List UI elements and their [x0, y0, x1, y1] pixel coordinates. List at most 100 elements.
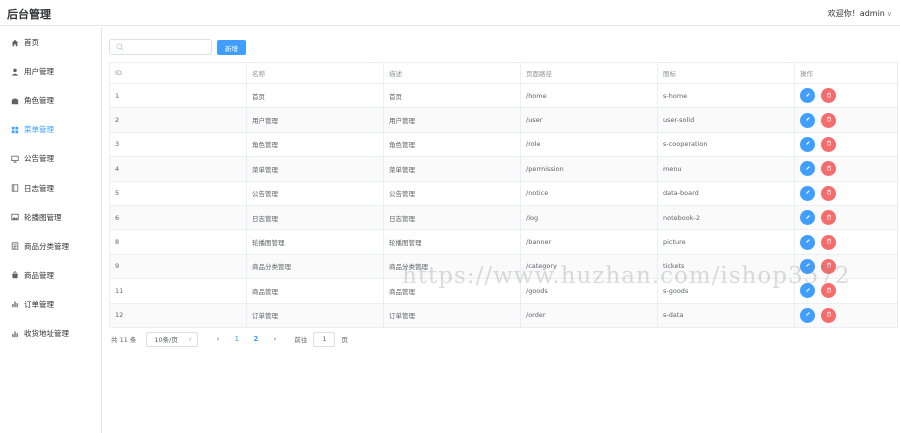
table-row: 8 轮播图管理 轮播图管理/banner picture	[109, 229, 898, 255]
table-cell: 商品分类管理	[383, 254, 521, 280]
data-icon	[11, 300, 19, 308]
table-row: 11 商品管理 商品管理/goods s-goods	[109, 278, 898, 304]
table-row: 2 用户管理 用户管理/user user-solid	[109, 107, 898, 133]
sidebar-item-9[interactable]: 订单管理	[0, 290, 101, 319]
delete-button[interactable]	[821, 161, 836, 177]
edit-icon	[805, 92, 811, 100]
table-cell: /goods	[520, 278, 658, 304]
table-cell: 首页	[383, 83, 521, 109]
table-row: 5 公告管理 公告管理/notice data-board	[109, 181, 898, 206]
actions-cell	[794, 205, 898, 231]
prev-page-button[interactable]: ‹	[208, 332, 227, 347]
edit-icon	[805, 287, 811, 295]
delete-button[interactable]	[821, 136, 836, 152]
table-cell: data-board	[657, 181, 795, 206]
delete-icon	[826, 165, 832, 173]
sidebar-item-0[interactable]: 首页	[0, 28, 101, 57]
edit-icon	[805, 165, 811, 173]
edit-button[interactable]	[800, 210, 815, 226]
table-row: 12 订单管理 订单管理/order s-data	[109, 303, 898, 328]
sidebar-item-8[interactable]: 商品管理	[0, 261, 101, 290]
table-header-row: ID 名称 描述 页面路径 图标 操作	[109, 62, 898, 84]
delete-button[interactable]	[821, 88, 836, 104]
sidebar-item-5[interactable]: 日志管理	[0, 174, 101, 203]
edit-button[interactable]	[800, 258, 815, 274]
goto-suffix: 页	[341, 336, 348, 344]
edit-icon	[805, 238, 811, 246]
sidebar-item-label: 商品管理	[24, 270, 54, 280]
table-cell: /category	[520, 254, 658, 280]
search-box[interactable]	[109, 39, 212, 55]
delete-button[interactable]	[821, 112, 836, 128]
edit-button[interactable]	[800, 136, 815, 152]
edit-button[interactable]	[800, 161, 815, 177]
table-cell: s-goods	[657, 278, 795, 304]
edit-button[interactable]	[800, 234, 815, 250]
user-icon	[11, 68, 19, 76]
delete-button[interactable]	[821, 185, 836, 201]
table-cell: /permission	[520, 156, 658, 182]
delete-button[interactable]	[821, 307, 836, 323]
table-cell: user-solid	[657, 107, 795, 133]
edit-button[interactable]	[800, 185, 815, 201]
table-cell: 9	[109, 254, 247, 280]
add-button[interactable]: 新增	[217, 40, 246, 55]
page-jumper: 前往 1 页	[294, 331, 348, 347]
delete-button[interactable]	[821, 258, 836, 274]
delete-button[interactable]	[821, 210, 836, 226]
next-page-button[interactable]: ›	[265, 332, 284, 347]
delete-icon	[826, 92, 832, 100]
sidebar-item-3[interactable]: 菜单管理	[0, 115, 101, 144]
table-cell: menu	[657, 156, 795, 182]
sidebar-item-1[interactable]: 用户管理	[0, 57, 101, 86]
sidebar-item-10[interactable]: 收货地址管理	[0, 319, 101, 348]
table-cell: 公告管理	[246, 181, 384, 206]
edit-button[interactable]	[800, 88, 815, 104]
goods-icon	[11, 271, 19, 279]
goto-page-input[interactable]: 1	[313, 331, 336, 347]
edit-button[interactable]	[800, 307, 815, 323]
table-cell: 轮播图管理	[383, 229, 521, 255]
edit-icon	[805, 189, 811, 197]
edit-button[interactable]	[800, 283, 815, 299]
table-cell: 订单管理	[383, 303, 521, 328]
table-cell: 2	[109, 107, 247, 133]
table-cell: s-home	[657, 83, 795, 109]
sidebar-item-7[interactable]: 商品分类管理	[0, 232, 101, 261]
table-row: 1 首页 首页/home s-home	[109, 83, 898, 109]
table-cell: 角色管理	[383, 132, 521, 158]
home-icon	[11, 39, 19, 47]
delete-icon	[826, 189, 832, 197]
delete-button[interactable]	[821, 234, 836, 250]
table-cell: s-cooperation	[657, 132, 795, 158]
table-cell: /role	[520, 132, 658, 158]
page-size-select[interactable]: 10条/页 ∨	[146, 331, 199, 347]
edit-button[interactable]	[800, 112, 815, 128]
table-cell: 11	[109, 278, 247, 304]
table-cell: 首页	[246, 83, 384, 109]
user-dropdown[interactable]: 欢迎你！admin ∨	[828, 8, 892, 19]
search-input[interactable]	[127, 41, 209, 53]
page-number-2[interactable]: 2	[246, 332, 265, 347]
sidebar-item-label: 日志管理	[24, 183, 54, 193]
sidebar-item-label: 订单管理	[24, 299, 54, 309]
table-cell: 商品管理	[383, 278, 521, 304]
delete-icon	[826, 262, 832, 270]
page-number-1[interactable]: 1	[227, 332, 246, 347]
column-header: 图标	[657, 62, 795, 84]
table-cell: 订单管理	[246, 303, 384, 328]
sidebar-item-6[interactable]: 轮播图管理	[0, 203, 101, 232]
sidebar-item-2[interactable]: 角色管理	[0, 86, 101, 115]
actions-cell	[794, 132, 898, 158]
actions-cell	[794, 278, 898, 304]
ticket-icon	[11, 242, 19, 250]
column-header: 描述	[383, 62, 521, 84]
user-greeting: 欢迎你！admin	[827, 9, 885, 18]
column-header: ID	[109, 62, 247, 84]
table-cell: 3	[109, 132, 247, 158]
sidebar-item-4[interactable]: 公告管理	[0, 144, 101, 173]
table-cell: /user	[520, 107, 658, 133]
data-icon	[11, 330, 19, 338]
delete-button[interactable]	[821, 283, 836, 299]
actions-cell	[794, 303, 898, 328]
